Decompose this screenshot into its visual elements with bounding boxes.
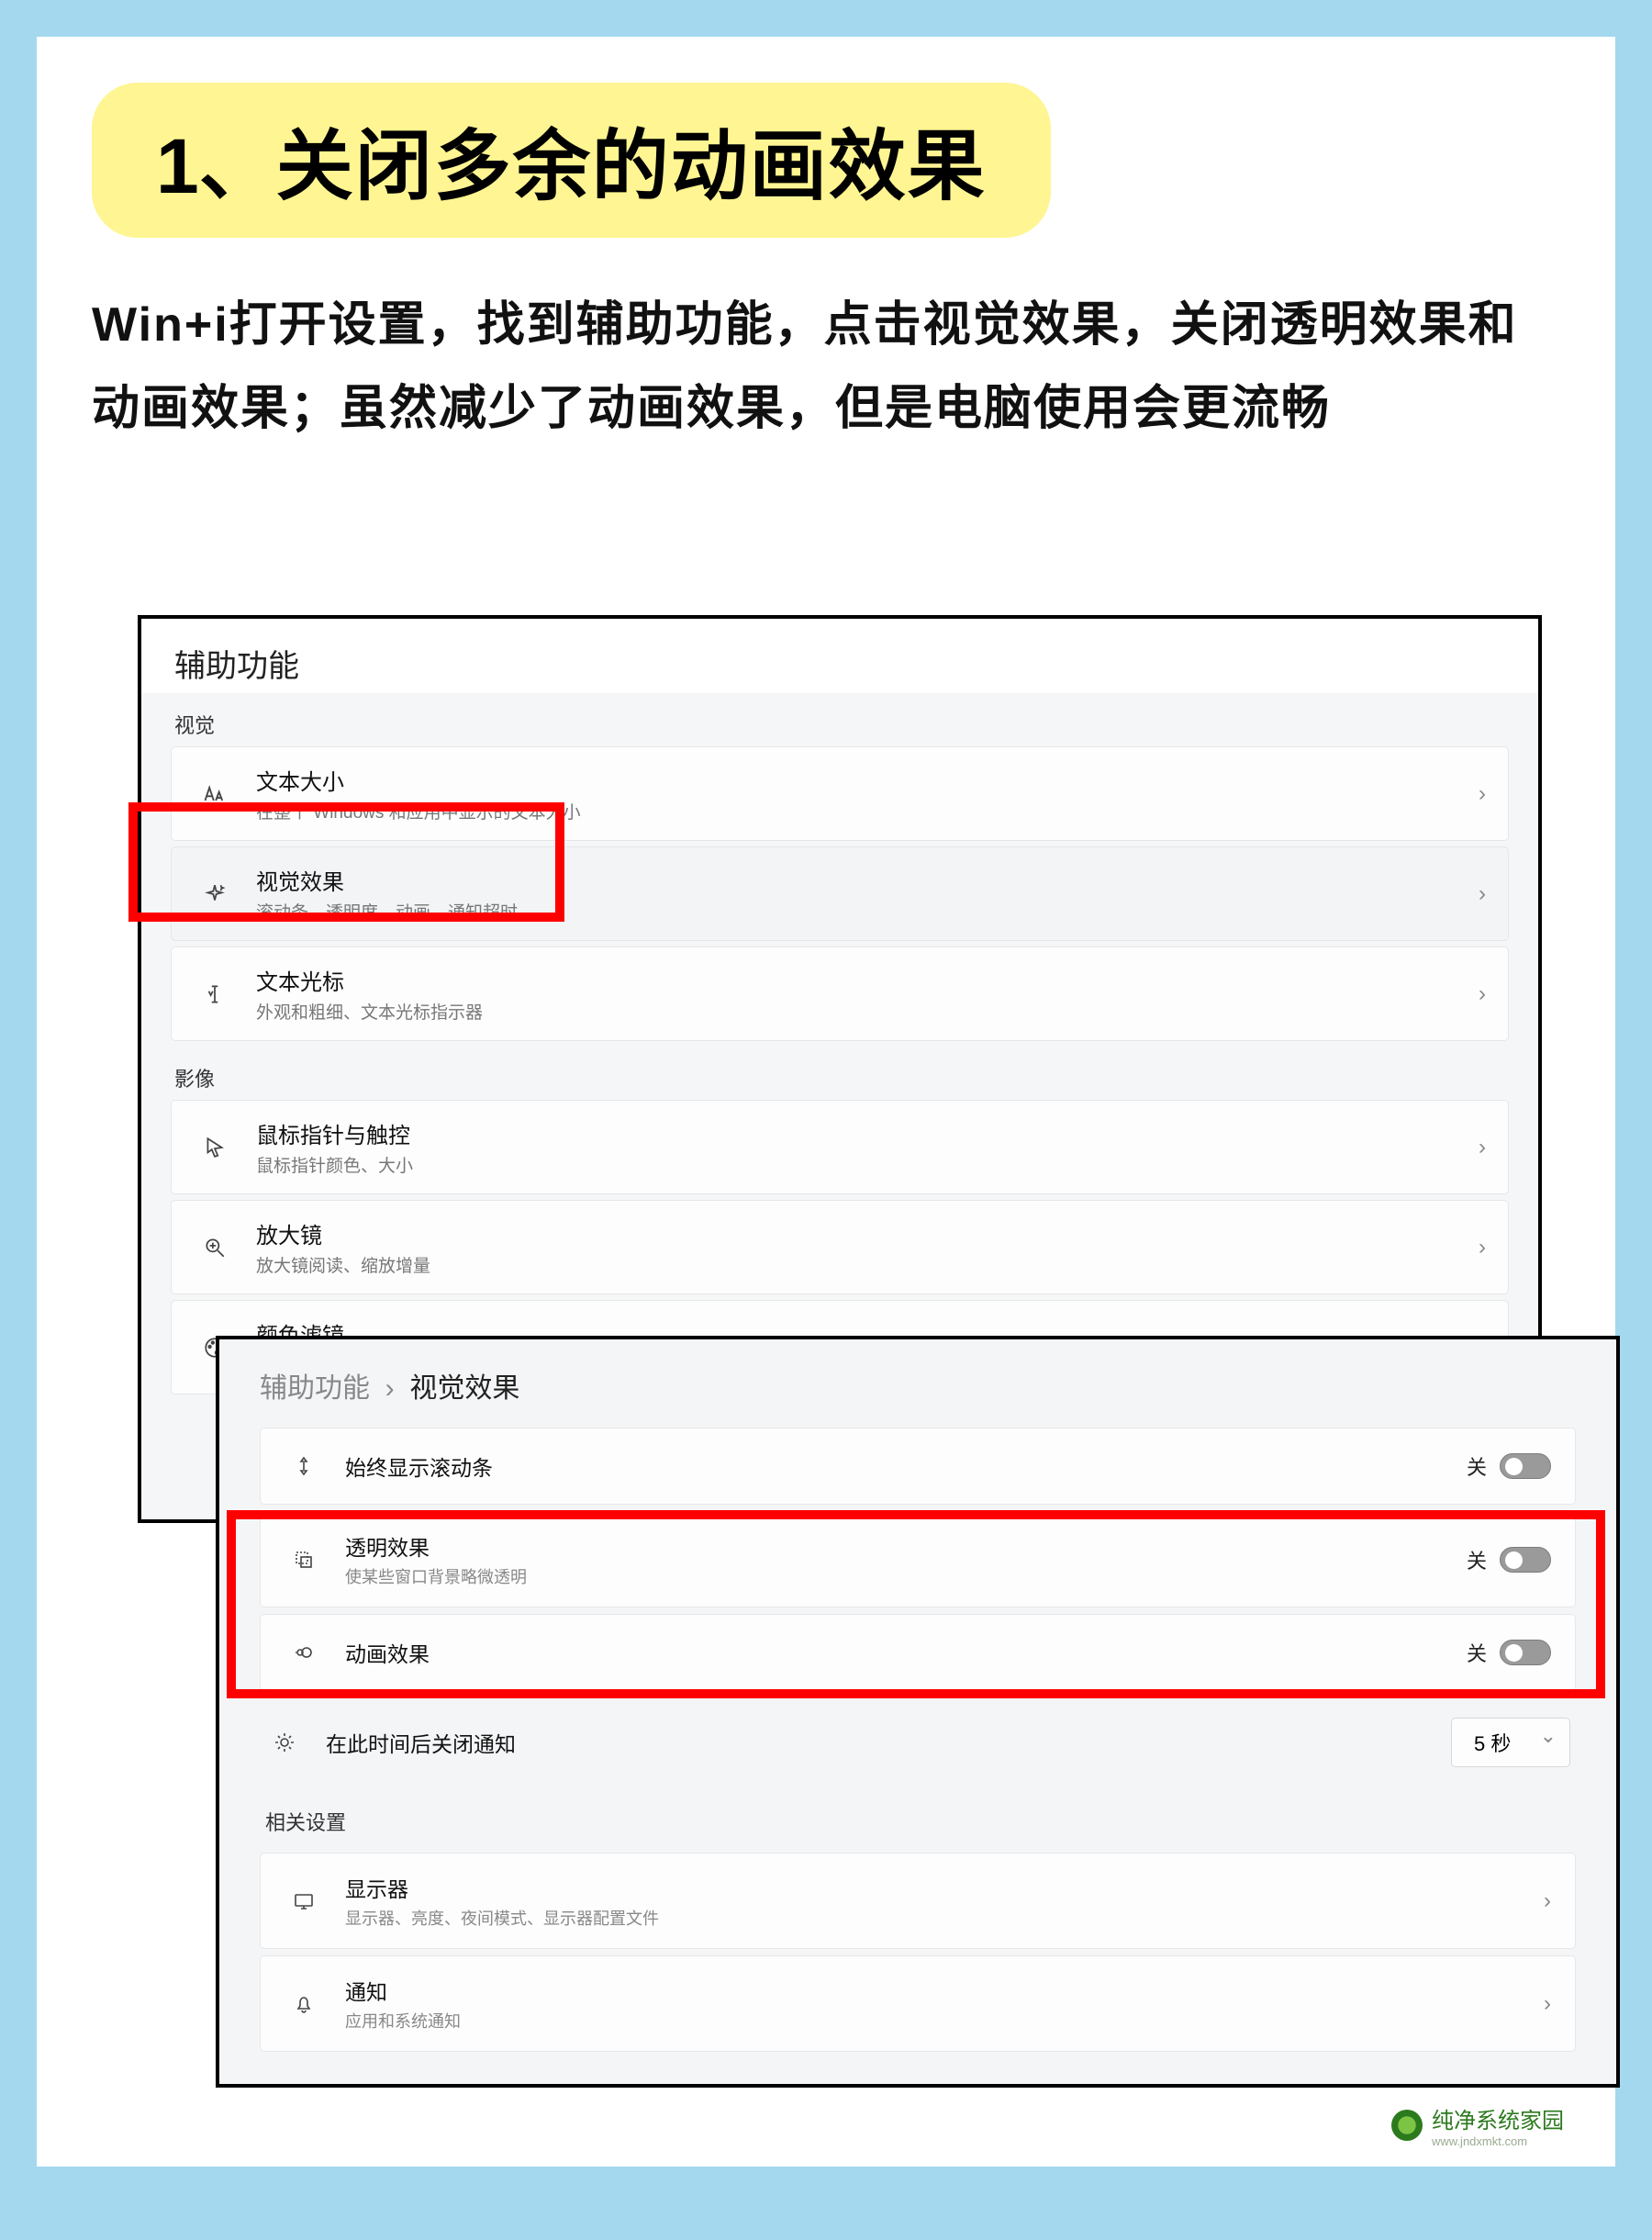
panel-title: 辅助功能: [141, 619, 1538, 693]
toggle-row-scrollbars[interactable]: 始终显示滚动条 关: [260, 1428, 1576, 1505]
nav-item-text-cursor[interactable]: 文本光标 外观和粗细、文本光标指示器 ›: [171, 946, 1509, 1041]
section-label-image: 影像: [141, 1047, 1538, 1100]
toggle-row-animation[interactable]: 动画效果 关: [260, 1614, 1576, 1691]
row-title: 动画效果: [345, 1637, 1467, 1668]
toggle-switch[interactable]: [1500, 1547, 1551, 1573]
nav-item-text-size[interactable]: 文本大小 在整个 Windows 和应用中显示的文本大小 ›: [171, 746, 1509, 841]
animation-icon: [285, 1633, 323, 1672]
breadcrumb-parent[interactable]: 辅助功能: [260, 1373, 370, 1404]
nav-item-visual-effects[interactable]: 视觉效果 滚动条、透明度、动画、通知超时 ›: [171, 846, 1509, 941]
chevron-right-icon: ›: [1544, 1991, 1551, 2017]
breadcrumb-sep-icon: ›: [385, 1373, 395, 1404]
item-title: 放大镜: [256, 1217, 1466, 1249]
chevron-right-icon: ›: [1479, 981, 1486, 1007]
brightness-icon: [265, 1723, 304, 1762]
title-number: 1、: [156, 123, 276, 209]
watermark-logo-icon: [1391, 2110, 1423, 2141]
item-title: 视觉效果: [256, 864, 1466, 896]
related-settings-label: 相关设置: [219, 1783, 1616, 1843]
text-size-icon: [194, 773, 236, 815]
row-title: 透明效果: [345, 1530, 1467, 1562]
magnifier-icon: [194, 1226, 236, 1269]
chevron-right-icon: ›: [1479, 781, 1486, 807]
item-subtitle: 滚动条、透明度、动画、通知超时: [256, 899, 1466, 924]
item-title: 鼠标指针与触控: [256, 1117, 1466, 1149]
watermark: 纯净系统家园 www.jndxmkt.com: [1391, 2102, 1564, 2148]
nav-item-display[interactable]: 显示器 显示器、亮度、夜间模式、显示器配置文件 ›: [260, 1853, 1576, 1949]
chevron-right-icon: ›: [1479, 1235, 1486, 1260]
item-title: 文本大小: [256, 764, 1466, 796]
section-label-visual: 视觉: [141, 693, 1538, 746]
item-subtitle: 在整个 Windows 和应用中显示的文本大小: [256, 799, 1466, 823]
bell-icon: [285, 1985, 323, 2023]
row-subtitle: 使某些窗口背景略微透明: [345, 1564, 1467, 1588]
chevron-right-icon: ›: [1544, 1888, 1551, 1914]
toggle-state: 关: [1467, 1545, 1487, 1574]
toggle-row-transparency[interactable]: 透明效果 使某些窗口背景略微透明 关: [260, 1511, 1576, 1607]
row-subtitle: 显示器、亮度、夜间模式、显示器配置文件: [345, 1906, 1531, 1930]
item-subtitle: 外观和粗细、文本光标指示器: [256, 999, 1466, 1024]
nav-item-mouse-pointer[interactable]: 鼠标指针与触控 鼠标指针颜色、大小 ›: [171, 1100, 1509, 1194]
timeout-dropdown[interactable]: 5 秒: [1451, 1718, 1570, 1767]
toggle-state: 关: [1467, 1451, 1487, 1481]
toggle-state: 关: [1467, 1638, 1487, 1667]
chevron-right-icon: ›: [1479, 1135, 1486, 1160]
breadcrumb: 辅助功能 › 视觉效果: [219, 1339, 1616, 1418]
scrollbar-icon: [285, 1447, 323, 1485]
toggle-switch[interactable]: [1500, 1640, 1551, 1665]
pointer-icon: [194, 1126, 236, 1169]
nav-item-notifications[interactable]: 通知 应用和系统通知 ›: [260, 1955, 1576, 2052]
row-subtitle: 应用和系统通知: [345, 2009, 1531, 2033]
watermark-url: www.jndxmkt.com: [1432, 2134, 1564, 2148]
visual-effects-panel: 辅助功能 › 视觉效果 始终显示滚动条 关 透明效果 使某些窗口背景略微透明 关: [216, 1336, 1620, 2088]
transparency-icon: [285, 1540, 323, 1579]
row-title: 通知: [345, 1975, 1531, 2006]
row-title: 始终显示滚动条: [345, 1450, 1467, 1482]
watermark-text: 纯净系统家园: [1432, 2109, 1564, 2134]
chevron-right-icon: ›: [1479, 881, 1486, 907]
page-title-band: 1、关闭多余的动画效果: [92, 83, 1051, 238]
text-cursor-icon: [194, 973, 236, 1015]
row-title: 显示器: [345, 1872, 1531, 1903]
item-subtitle: 放大镜阅读、缩放增量: [256, 1252, 1466, 1277]
row-title: 在此时间后关闭通知: [326, 1727, 1451, 1758]
item-subtitle: 鼠标指针颜色、大小: [256, 1152, 1466, 1177]
toggle-switch[interactable]: [1500, 1453, 1551, 1479]
monitor-icon: [285, 1882, 323, 1921]
description-text: Win+i打开设置，找到辅助功能，点击视觉效果，关闭透明效果和动画效果；虽然减少…: [92, 284, 1560, 451]
title-text: 关闭多余的动画效果: [276, 123, 987, 209]
breadcrumb-current: 视觉效果: [409, 1373, 519, 1404]
item-title: 文本光标: [256, 964, 1466, 996]
sparkle-icon: [194, 873, 236, 915]
nav-item-magnifier[interactable]: 放大镜 放大镜阅读、缩放增量 ›: [171, 1200, 1509, 1294]
row-notification-timeout: 在此时间后关闭通知 5 秒: [260, 1697, 1576, 1776]
